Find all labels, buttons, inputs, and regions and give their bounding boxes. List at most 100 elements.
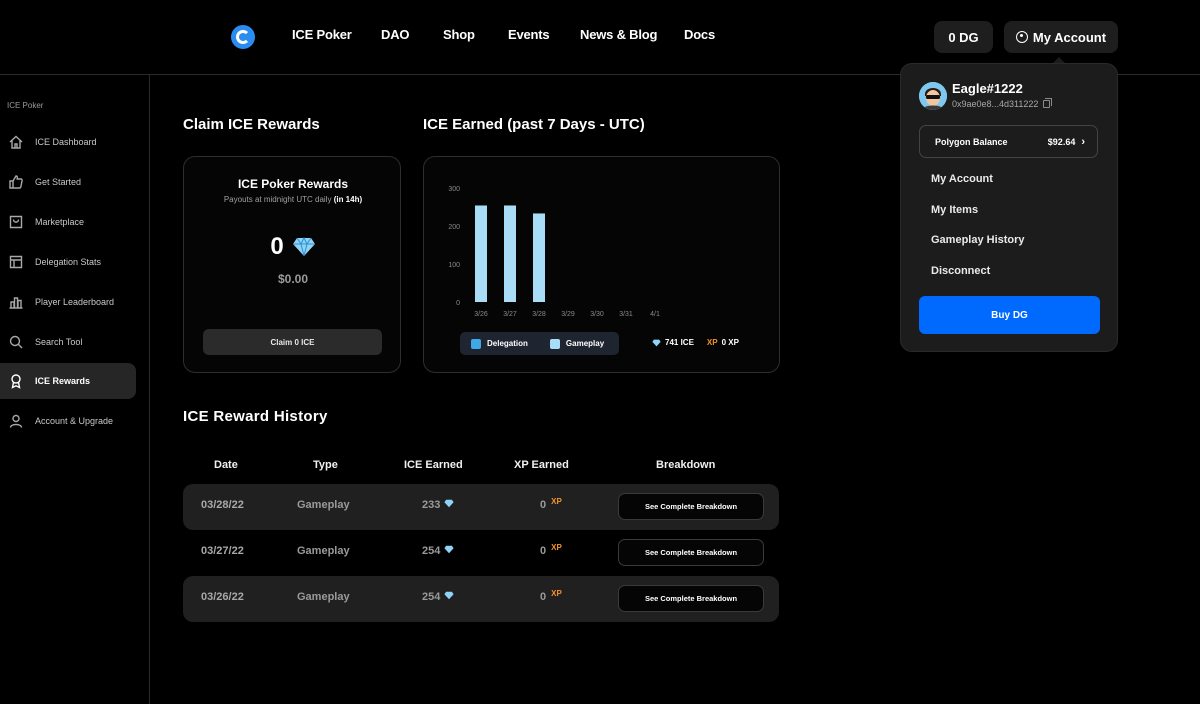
menu-item-my-account[interactable]: My Account [931,173,993,185]
ice-earned-heading: ICE Earned (past 7 Days - UTC) [423,116,645,133]
y-tick-label: 300 [448,186,460,193]
sidebar-item-search-tool[interactable]: Search Tool [0,324,136,360]
see-complete-breakdown-button[interactable]: See Complete Breakdown [618,539,764,566]
x-tick-label: 4/1 [650,311,660,318]
chart-totals: 741 ICE XP 0 XP [652,338,739,347]
row-date: 03/26/22 [201,591,244,603]
sidebar-item-label: Account & Upgrade [35,416,114,426]
nav-events[interactable]: Events [508,27,550,42]
sidebar-item-ice-dashboard[interactable]: ICE Dashboard [0,124,136,160]
chart-legend: Delegation Gameplay [460,332,619,355]
x-tick-label: 3/31 [619,311,633,318]
ice-diamond-icon [444,545,454,554]
nav-news-blog[interactable]: News & Blog [580,27,657,42]
xp-total-value: 0 XP [721,338,739,347]
my-account-button[interactable]: My Account [1004,21,1118,53]
row-ice-value: 233 [422,499,441,511]
row-ice-value: 254 [422,591,441,603]
nav-docs[interactable]: Docs [684,27,715,42]
sidebar-item-label: ICE Dashboard [35,137,97,147]
polygon-balance-value: $92.64 [1047,136,1076,147]
ice-diamond-icon [444,499,454,508]
ice-diamond-icon [292,237,315,257]
payout-schedule-text: Payouts at midnight UTC daily [223,195,332,204]
sidebar-item-label: Delegation Stats [35,257,102,267]
avatar [919,82,947,110]
row-type: Gameplay [297,545,350,557]
bar-gameplay [475,205,487,302]
row-xp-value: 0 [540,591,547,603]
table-row: 03/27/22 Gameplay 254 0 XP See Complete … [183,530,779,576]
row-date: 03/27/22 [201,545,244,557]
xp-total: XP 0 XP [707,338,739,347]
see-complete-breakdown-button[interactable]: See Complete Breakdown [618,585,764,612]
sidebar: ICE Poker ICE Dashboard Get Started Mark… [0,75,150,704]
xp-badge: XP [551,589,562,598]
thumbs-up-icon [8,174,24,190]
nav-ice-poker[interactable]: ICE Poker [292,27,352,42]
user-circle-icon [1015,31,1028,43]
sidebar-item-get-started[interactable]: Get Started [0,164,136,200]
nav-shop[interactable]: Shop [443,27,475,42]
username: Eagle#1222 [952,81,1023,96]
ice-total: 741 ICE [652,338,694,347]
column-header-breakdown: Breakdown [656,459,716,471]
decentral-games-logo-icon[interactable] [231,25,255,49]
row-ice-earned: 254 [422,591,454,603]
sidebar-section-title: ICE Poker [7,101,44,110]
nav-dao[interactable]: DAO [381,27,409,42]
ice-amount-value: 0 [270,233,284,260]
unclaimed-ice-amount: 0 [184,233,402,261]
buy-dg-button[interactable]: Buy DG [919,296,1100,334]
x-tick-label: 3/26 [474,311,488,318]
column-header-type: Type [313,459,338,471]
ice-usd-value: $0.00 [277,272,309,286]
sidebar-item-label: Get Started [35,177,82,187]
rewards-card-title: ICE Poker Rewards [237,177,349,191]
xp-badge: XP [706,338,718,347]
menu-item-disconnect[interactable]: Disconnect [931,265,990,277]
row-ice-value: 254 [422,545,441,557]
column-header-ice-earned: ICE Earned [404,459,463,471]
layout-icon [8,254,24,270]
table-row: 03/28/22 Gameplay 233 0 XP See Complete … [183,484,779,530]
row-ice-earned: 254 [422,545,454,557]
menu-item-gameplay-history[interactable]: Gameplay History [931,234,1025,246]
ice-total-value: 741 ICE [665,338,694,347]
x-tick-label: 3/28 [532,311,546,318]
ice-poker-rewards-card: ICE Poker Rewards Payouts at midnight UT… [183,156,401,373]
y-tick-label: 0 [456,300,460,307]
dg-balance-button[interactable]: 0 DG [934,21,993,53]
column-header-xp-earned: XP Earned [514,459,569,471]
claim-rewards-heading: Claim ICE Rewards [183,116,320,133]
wallet-address-value: 0x9ae0e8...4d311222 [952,99,1039,109]
chevron-right-icon: › [1081,135,1085,148]
wallet-address: 0x9ae0e8...4d311222 [952,98,1053,109]
menu-item-my-items[interactable]: My Items [931,204,978,216]
row-xp-earned: 0 XP [540,543,562,557]
payout-countdown: (in 14h) [333,195,363,204]
award-icon [8,373,24,389]
y-tick-label: 100 [448,262,460,269]
ice-earned-bar-chart: 0 100 200 300 3/26 3/27 3/28 3/29 3/30 3/31 4/1 [448,186,660,318]
ice-earned-chart-card: 0 100 200 300 3/26 3/27 3/28 3/29 3/30 3/31 4/1 De… [423,156,780,373]
row-xp-value: 0 [540,499,547,511]
sidebar-item-label: Search Tool [35,337,83,347]
sidebar-item-delegation-stats[interactable]: Delegation Stats [0,244,136,280]
bar-gameplay [533,213,545,302]
sidebar-item-player-leaderboard[interactable]: Player Leaderboard [0,284,136,320]
row-date: 03/28/22 [201,499,244,511]
sidebar-item-marketplace[interactable]: Marketplace [0,204,136,240]
gameplay-swatch [549,338,560,349]
sidebar-item-label: Player Leaderboard [35,297,115,307]
x-tick-label: 3/29 [561,311,575,318]
claim-ice-button[interactable]: Claim 0 ICE [203,329,382,355]
sidebar-item-ice-rewards[interactable]: ICE Rewards [0,363,136,399]
sidebar-item-account-upgrade[interactable]: Account & Upgrade [0,403,136,439]
column-header-date: Date [214,459,238,471]
sidebar-item-label: ICE Rewards [35,376,91,386]
see-complete-breakdown-button[interactable]: See Complete Breakdown [618,493,764,520]
copy-icon[interactable] [1043,98,1053,108]
polygon-balance-button[interactable]: Polygon Balance $92.64 › [919,125,1098,158]
reward-history-heading: ICE Reward History [183,408,328,425]
